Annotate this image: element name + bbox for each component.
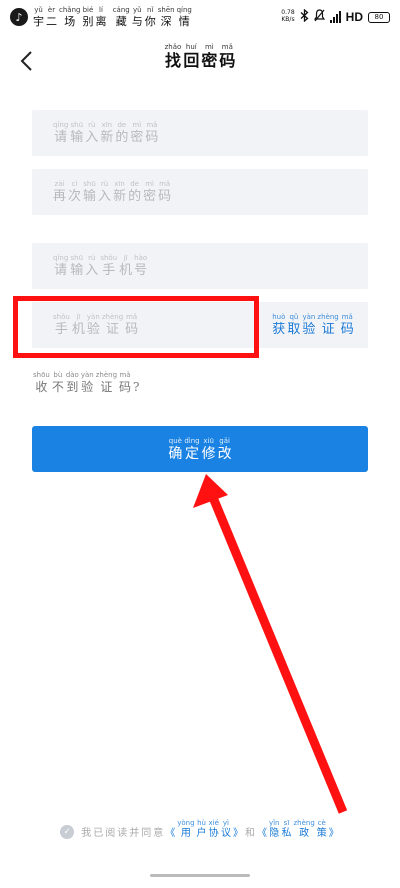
privacy-policy-link[interactable]: .《yǐn隐sī私zhèng政cè策.》 xyxy=(256,820,340,839)
ruby-char: .《 xyxy=(256,828,267,839)
user-agreement-link[interactable]: .《yòng用hù户xié协yì议.》 xyxy=(164,820,244,839)
agreement-row: ✓ .我.已.阅.读.并.同.意 .《yòng用hù户xié协yì议.》 .和 … xyxy=(0,820,400,839)
ruby-char: .意 xyxy=(153,828,164,839)
ruby-char: yǐn 隐 xyxy=(268,819,280,839)
ruby-char: .同 xyxy=(141,828,152,839)
ruby-char: .和 xyxy=(244,828,255,839)
ruby-char: .我 xyxy=(81,828,92,839)
agreement-and: .和 xyxy=(244,820,256,839)
ruby-char: cè 策 xyxy=(316,819,327,839)
ruby-char: hù 户 xyxy=(196,819,207,839)
ruby-char: .》 xyxy=(232,828,243,839)
ruby-char: .《 xyxy=(165,828,176,839)
home-indicator xyxy=(150,874,250,877)
ruby-char: .读 xyxy=(117,828,128,839)
checkbox-icon[interactable]: ✓ xyxy=(60,825,75,839)
ruby-char: sī 私 xyxy=(281,819,292,839)
ruby-char: .阅 xyxy=(105,828,116,839)
ruby-char: .已 xyxy=(93,828,104,839)
ruby-char: yòng 用 xyxy=(177,819,195,839)
ruby-char: zhèng 政 xyxy=(293,819,315,839)
ruby-char: .》 xyxy=(328,828,339,839)
ruby-char: yì 议 xyxy=(220,819,231,839)
ruby-char: xié 协 xyxy=(208,819,219,839)
agreement-prefix: .我.已.阅.读.并.同.意 xyxy=(80,820,164,839)
ruby-char: .并 xyxy=(129,828,140,839)
annotation-arrow xyxy=(193,474,348,814)
